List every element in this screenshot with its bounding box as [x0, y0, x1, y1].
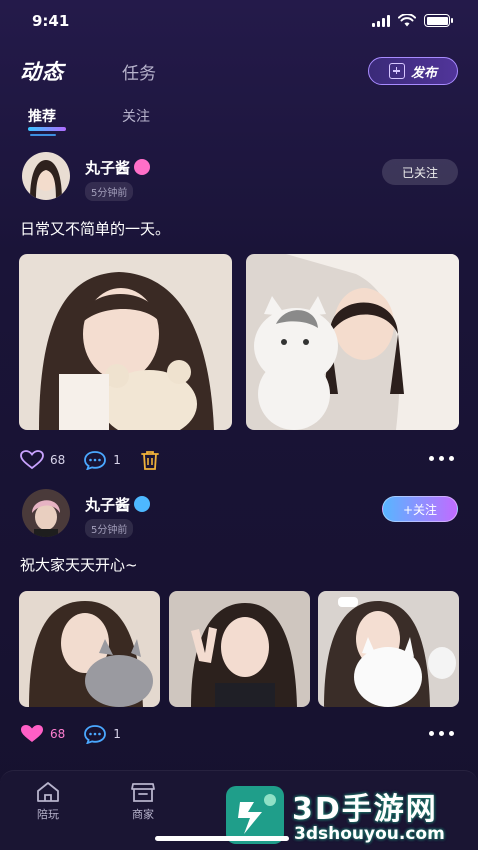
publish-button[interactable]: 发布	[368, 57, 458, 85]
status-bar: 9:41	[0, 0, 478, 44]
heart-filled-icon	[21, 725, 43, 742]
shop-icon	[131, 783, 155, 802]
watermark-brand: 3D手游网	[292, 792, 438, 827]
wifi-icon	[398, 14, 416, 27]
nav-item-play-label: 陪玩	[37, 808, 59, 821]
subtab-follow[interactable]: 关注	[122, 106, 150, 126]
delete-button[interactable]	[139, 449, 161, 471]
like-count: 68	[50, 453, 66, 467]
post-image[interactable]	[19, 591, 160, 707]
home-indicator	[155, 836, 289, 841]
comment-count: 1	[113, 453, 121, 467]
post-actions: 68 1	[20, 449, 179, 471]
subtab-recommend-label: 推荐	[28, 109, 56, 125]
nav-item-shop-label: 商家	[132, 808, 154, 821]
gender-female-badge-icon	[134, 159, 151, 175]
comment-icon	[84, 725, 107, 744]
like-count: 68	[50, 727, 66, 741]
followed-button[interactable]: 已关注	[382, 159, 458, 185]
status-icons	[372, 14, 453, 27]
post-image[interactable]	[169, 591, 310, 707]
post-time: 5分钟前	[85, 519, 134, 538]
post-image[interactable]	[246, 254, 459, 430]
sub-tabs: 推荐 关注	[28, 106, 150, 136]
follow-button[interactable]: +关注	[382, 496, 458, 522]
username-text: 丸子酱	[85, 496, 131, 514]
post-text: 日常又不简单的一天。	[20, 220, 171, 238]
post-image[interactable]	[19, 254, 232, 430]
heart-icon	[20, 450, 44, 470]
gender-male-badge-icon	[134, 496, 151, 512]
like-button[interactable]: 68	[20, 450, 65, 470]
like-button[interactable]: 68	[20, 724, 65, 744]
subtab-recommend[interactable]: 推荐	[28, 106, 66, 136]
username-text: 丸子酱	[85, 159, 131, 177]
post-text: 祝大家天天开心~	[20, 556, 138, 574]
more-options-icon[interactable]	[429, 456, 454, 461]
comment-button[interactable]: 1	[83, 724, 121, 744]
avatar[interactable]	[22, 152, 70, 200]
home-icon	[37, 782, 59, 802]
tab-dynamic[interactable]: 动态	[20, 56, 64, 86]
publish-label: 发布	[410, 65, 437, 81]
post-time: 5分钟前	[85, 182, 134, 201]
username[interactable]: 丸子酱	[85, 157, 151, 178]
username[interactable]: 丸子酱	[85, 494, 151, 515]
trash-icon	[141, 451, 159, 470]
top-tabs: 动态 任务	[20, 56, 156, 86]
tab-task[interactable]: 任务	[122, 59, 156, 86]
active-tab-indicator	[28, 127, 66, 131]
watermark-url: 3dshouyou.com	[294, 824, 445, 844]
active-tab-indicator-accent	[30, 134, 56, 136]
status-time: 9:41	[32, 12, 70, 30]
comment-button[interactable]: 1	[83, 450, 121, 470]
post-actions: 68 1	[20, 724, 139, 744]
nav-item-shop[interactable]: 商家	[115, 781, 171, 822]
battery-icon	[424, 14, 453, 27]
comment-icon	[84, 451, 107, 470]
signal-icon	[372, 14, 390, 27]
more-options-icon[interactable]	[429, 731, 454, 736]
post-image[interactable]	[318, 591, 459, 707]
avatar[interactable]	[22, 489, 70, 537]
nav-item-play[interactable]: 陪玩	[20, 781, 76, 822]
add-square-icon	[388, 63, 405, 79]
comment-count: 1	[113, 727, 121, 741]
